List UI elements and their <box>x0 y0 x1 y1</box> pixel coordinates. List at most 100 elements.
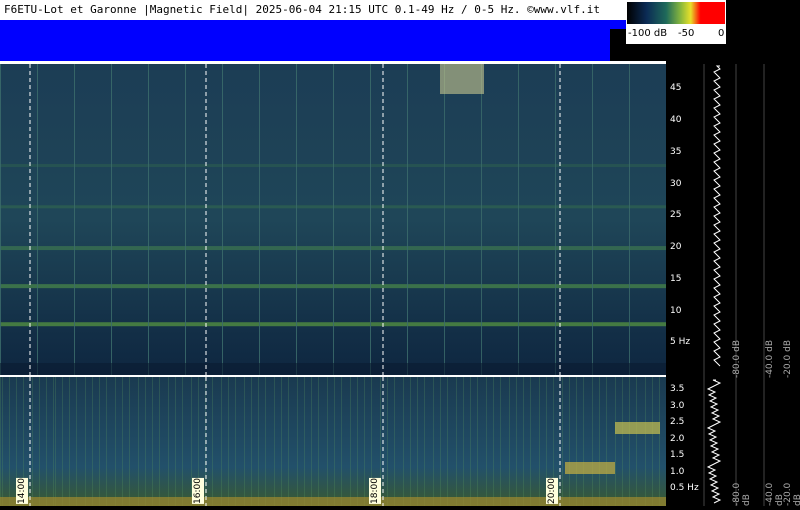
streak <box>69 377 70 506</box>
event-patch <box>565 462 615 474</box>
streak <box>244 377 245 506</box>
streak <box>281 377 282 506</box>
streak <box>297 377 298 506</box>
streak <box>407 64 408 375</box>
streak <box>318 377 319 506</box>
streak <box>555 64 556 375</box>
low-band <box>0 363 666 375</box>
spectrogram-bottom <box>0 377 666 506</box>
color-scale: -100 dB -50 0 <box>626 0 726 44</box>
streak <box>235 377 236 506</box>
streak <box>592 377 593 506</box>
streak <box>327 377 328 506</box>
spectrum-profile <box>703 64 765 506</box>
color-scale-labels: -100 dB -50 0 <box>626 28 726 42</box>
streak <box>333 64 334 375</box>
freq-tick-label: 20 <box>670 242 682 253</box>
frequency-axis-panel <box>666 64 800 506</box>
streak <box>46 377 47 506</box>
streak <box>0 377 1 506</box>
streak <box>129 377 130 506</box>
streak <box>659 377 660 506</box>
streak <box>145 377 146 506</box>
streak <box>2 377 3 506</box>
streak <box>251 377 252 506</box>
bright-patch <box>440 64 484 94</box>
streak <box>606 377 607 506</box>
streak <box>228 377 229 506</box>
streak <box>304 377 305 506</box>
freq-tick-label: 0.5 Hz <box>670 483 699 494</box>
streak <box>0 64 1 375</box>
freq-tick-label: 5 Hz <box>670 337 691 348</box>
time-label: 16:00 <box>192 478 204 504</box>
color-scale-gradient <box>627 2 725 24</box>
streak <box>615 377 616 506</box>
streak <box>424 377 425 506</box>
streak <box>115 377 116 506</box>
streak <box>463 377 464 506</box>
spectrogram-title: F6ETU-Lot et Garonne |Magnetic Field| 20… <box>0 0 626 20</box>
streak <box>222 64 223 375</box>
freq-tick-label: 35 <box>670 146 682 157</box>
streak <box>159 377 160 506</box>
streak <box>334 377 335 506</box>
streak <box>152 377 153 506</box>
streak <box>417 377 418 506</box>
streak <box>539 377 540 506</box>
streak <box>516 377 517 506</box>
spectrogram-top <box>0 64 666 375</box>
event-patch <box>615 422 660 434</box>
streak <box>523 377 524 506</box>
freq-tick-label: 40 <box>670 115 682 126</box>
streak <box>53 377 54 506</box>
streak <box>85 377 86 506</box>
streak <box>444 64 445 375</box>
streak <box>221 377 222 506</box>
streak <box>370 64 371 375</box>
streak <box>576 377 577 506</box>
streak <box>599 377 600 506</box>
streak <box>486 377 487 506</box>
streak <box>500 377 501 506</box>
freq-tick-label: 1.5 <box>670 450 685 461</box>
streak <box>185 64 186 375</box>
streak <box>629 377 630 506</box>
streak <box>403 377 404 506</box>
streak <box>645 377 646 506</box>
freq-tick-label: 45 <box>670 83 682 94</box>
streak <box>447 377 448 506</box>
streak <box>341 377 342 506</box>
streak <box>477 377 478 506</box>
freq-tick-label: 10 <box>670 305 682 316</box>
streak <box>456 377 457 506</box>
streak <box>99 377 100 506</box>
streak <box>168 377 169 506</box>
streak <box>9 377 10 506</box>
scale-label-mid: -50 <box>678 28 695 39</box>
time-label: 18:00 <box>369 478 381 504</box>
streak <box>387 377 388 506</box>
streak <box>76 377 77 506</box>
streak <box>92 377 93 506</box>
time-label: 14:00 <box>16 478 28 504</box>
streak <box>288 377 289 506</box>
streak <box>37 64 38 375</box>
streak <box>32 377 33 506</box>
streak <box>364 377 365 506</box>
streak <box>39 377 40 506</box>
streak <box>493 377 494 506</box>
streak <box>562 377 563 506</box>
db-label: -20.0 dB <box>783 340 793 379</box>
streak <box>138 377 139 506</box>
streak <box>182 377 183 506</box>
streak <box>74 64 75 375</box>
streak <box>311 377 312 506</box>
streak <box>258 377 259 506</box>
streak <box>569 377 570 506</box>
scale-label-min: -100 dB <box>628 28 668 39</box>
freq-tick-label: 15 <box>670 273 682 284</box>
streak <box>394 377 395 506</box>
db-label: -40.0 dB <box>765 340 775 379</box>
freq-tick-label: 25 <box>670 210 682 221</box>
